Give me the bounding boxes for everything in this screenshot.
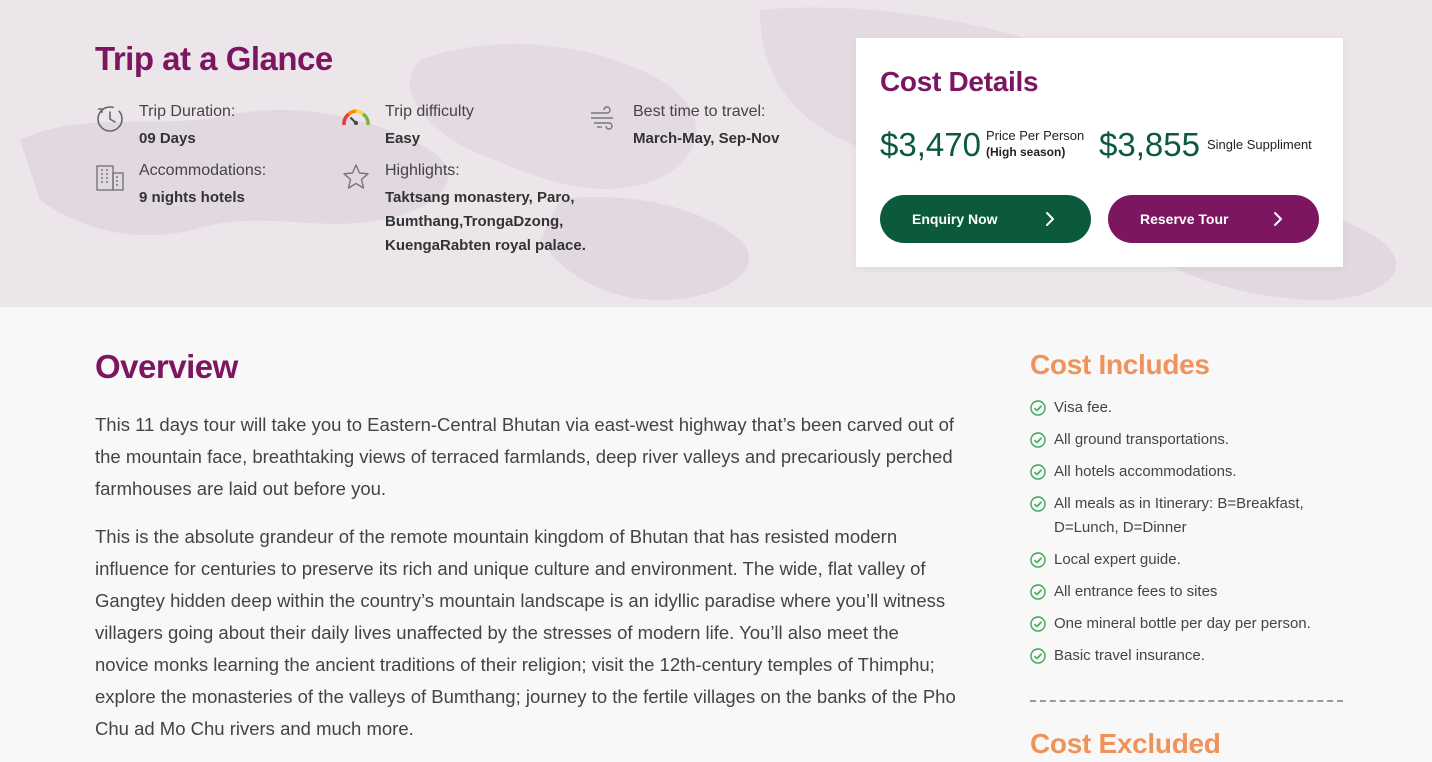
single-supplement-label: Single Suppliment <box>1207 137 1312 152</box>
fact-label: Trip Duration: <box>139 103 236 120</box>
list-item-text: Basic travel insurance. <box>1054 647 1205 664</box>
fact-label: Accommodations: <box>139 162 267 179</box>
list-item: All meals as in Itinerary: B=Breakfast, … <box>1030 492 1343 540</box>
fact-label: Highlights: <box>385 162 460 179</box>
high-season-note: (High season) <box>986 145 1066 159</box>
check-circle-icon <box>1030 616 1046 632</box>
gauge-icon <box>342 109 370 126</box>
cost-excluded-title: Cost Excluded <box>1030 728 1221 759</box>
trip-at-a-glance-section: Trip at a Glance Trip Duration: 09 Days … <box>0 0 1432 307</box>
list-item: All hotels accommodations. <box>1030 460 1343 484</box>
list-item-text: Visa fee. <box>1054 399 1113 416</box>
check-circle-icon <box>1030 464 1046 480</box>
list-item: All entrance fees to sites <box>1030 580 1343 604</box>
wind-icon <box>591 106 613 130</box>
overview-title: Overview <box>95 348 238 385</box>
enquiry-now-button[interactable]: Enquiry Now <box>880 195 1091 243</box>
fact-value: Easy <box>385 130 421 147</box>
clock-icon <box>97 106 123 132</box>
dashed-divider <box>1030 700 1343 702</box>
check-circle-icon <box>1030 584 1046 600</box>
list-item-text: All entrance fees to sites <box>1054 583 1218 600</box>
fact-label: Best time to travel: <box>633 103 766 120</box>
fact-value-line: Bumthang,TrongaDzong, <box>385 213 564 230</box>
fact-value-line: KuengaRabten royal palace. <box>385 237 586 254</box>
check-circle-icon <box>1030 496 1046 512</box>
list-item-text: All ground transportations. <box>1054 431 1230 448</box>
list-item-text: Local expert guide. <box>1054 551 1181 568</box>
list-item: Visa fee. <box>1030 396 1343 420</box>
fact-value-line: Taktsang monastery, Paro, <box>385 189 575 206</box>
list-item: All ground transportations. <box>1030 428 1343 452</box>
reserve-tour-label: Reserve Tour <box>1140 211 1229 227</box>
fact-label: Trip difficulty <box>385 103 474 120</box>
single-supplement-price: $3,855 <box>1099 126 1200 163</box>
glance-title: Trip at a Glance <box>95 40 333 77</box>
chevron-right-icon <box>1046 212 1054 226</box>
cost-details-title: Cost Details <box>880 66 1039 97</box>
reserve-tour-button[interactable]: Reserve Tour <box>1108 195 1319 243</box>
list-item-text: All meals as in Itinerary: B=Breakfast, … <box>1054 495 1304 536</box>
overview-paragraph: This 11 days tour will take you to Easte… <box>95 414 954 499</box>
list-item: Basic travel insurance. <box>1030 644 1343 668</box>
list-item: Local expert guide. <box>1030 548 1343 572</box>
check-circle-icon <box>1030 648 1046 664</box>
list-item: One mineral bottle per day per person. <box>1030 612 1343 636</box>
building-icon <box>96 165 124 191</box>
cost-includes-list: Visa fee. All ground transportations. Al… <box>1030 396 1343 676</box>
check-circle-icon <box>1030 432 1046 448</box>
cost-details-card: Cost Details $3,470 Price Per Person (Hi… <box>856 38 1343 267</box>
price-per-person-label: Price Per Person <box>986 128 1085 143</box>
price-per-person-note: Price Per Person (High season) <box>986 127 1084 161</box>
check-circle-icon <box>1030 552 1046 568</box>
enquiry-now-label: Enquiry Now <box>912 211 998 227</box>
chevron-right-icon <box>1274 212 1282 226</box>
fact-value: 9 nights hotels <box>139 189 245 206</box>
price-per-person: $3,470 <box>880 126 981 163</box>
check-circle-icon <box>1030 400 1046 416</box>
cost-includes-title: Cost Includes <box>1030 349 1210 380</box>
fact-value: 09 Days <box>139 130 196 147</box>
overview-paragraph: This is the absolute grandeur of the rem… <box>95 526 956 739</box>
fact-value: March-May, Sep-Nov <box>633 130 780 147</box>
list-item-text: One mineral bottle per day per person. <box>1054 615 1311 632</box>
list-item-text: All hotels accommodations. <box>1054 463 1237 480</box>
star-icon <box>343 164 369 189</box>
